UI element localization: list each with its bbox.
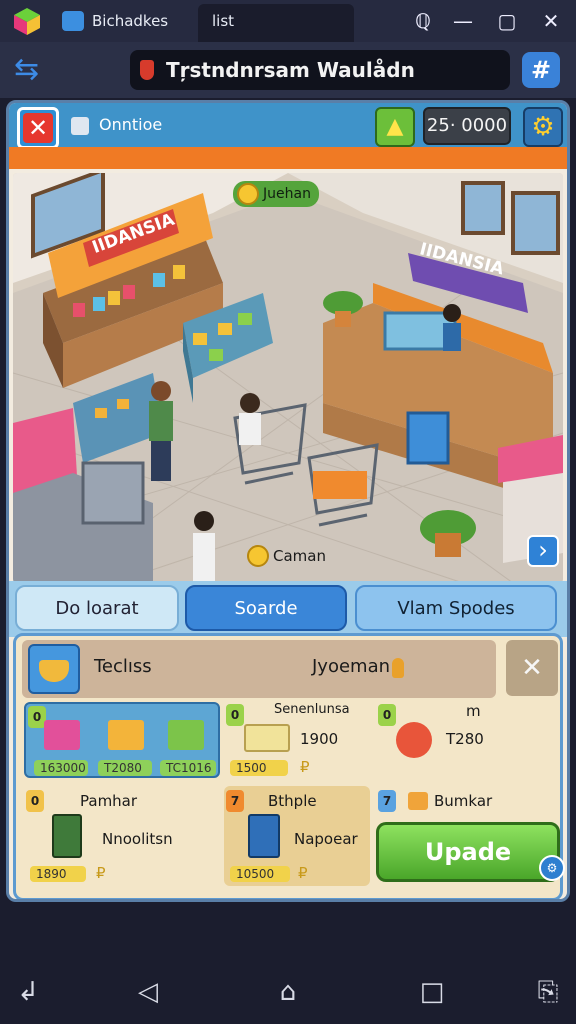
coin-icon xyxy=(247,545,269,567)
tab-2-title: list xyxy=(212,12,235,30)
product-card-1[interactable]: 0 163000 T2080 TC1016 xyxy=(24,702,220,778)
recent-apps-icon[interactable]: □ xyxy=(412,972,452,1012)
game-title: Tŗstndnrsam Waulådn xyxy=(166,58,415,82)
game-frame: ✕ Onntioe ▲ 25· 0000 ⚙ Juehan IIDANSIA I… xyxy=(6,100,570,902)
screenshot-icon[interactable]: ⎘ xyxy=(528,972,568,1012)
shop-icon xyxy=(71,116,89,135)
panel-subtitle: Jyoeman xyxy=(312,656,391,677)
card-title: Senenlunsa xyxy=(274,702,350,717)
store-scene[interactable]: Juehan IIDANSIA IIDANSIA Caman › xyxy=(13,173,563,583)
coin-icon xyxy=(237,183,259,205)
tab-deliveries[interactable]: Do loarat xyxy=(15,585,179,631)
tablet-icon xyxy=(248,814,280,858)
top-hud: ✕ Onntioe ▲ 25· 0000 ⚙ xyxy=(9,103,567,149)
panel-title: Teclıss xyxy=(94,656,152,677)
window-tab-2[interactable]: list xyxy=(198,4,354,42)
price-bar: 1890 xyxy=(30,866,86,882)
tab-app-icon xyxy=(62,11,84,31)
product-icon-orange xyxy=(108,720,144,750)
card-name: Nnoolitsn xyxy=(102,830,173,848)
app-logo-icon xyxy=(12,6,42,36)
tab-1-title: Bichadkes xyxy=(92,12,169,30)
window-tab-1[interactable]: Bichadkes xyxy=(62,4,192,38)
pin-icon xyxy=(140,60,154,80)
tab-specials[interactable]: Vlam Spodes xyxy=(355,585,557,631)
title-bar: Bichadkes list ℚ — ▢ ✕ xyxy=(0,0,576,42)
currency-icon: ₽ xyxy=(300,758,310,776)
card-title: Pamhar xyxy=(80,792,138,810)
upgrade-arrow-button[interactable]: ▲ xyxy=(375,107,415,147)
card-title: m xyxy=(466,702,481,720)
switch-arrows-icon[interactable]: ⇆ xyxy=(14,52,58,88)
card-title: Bumkar xyxy=(434,792,493,810)
nav-bar: ⇆ Tŗstndnrsam Waulådn # xyxy=(0,42,576,98)
minimize-button[interactable]: — xyxy=(448,6,478,36)
back-arrow-icon[interactable]: ↲ xyxy=(8,972,48,1012)
customer-label: Caman xyxy=(243,543,334,569)
shop-label: Onntioe xyxy=(99,115,163,134)
price-bar: 1500 xyxy=(230,760,288,776)
product-icon-green xyxy=(168,720,204,750)
price-bar: 10500 xyxy=(230,866,290,882)
flower-icon xyxy=(396,722,432,758)
currency-icon: ₽ xyxy=(298,864,308,882)
level-badge: 0 xyxy=(26,790,44,812)
update-button-label: Upade xyxy=(424,838,512,866)
update-badge-icon: ⚙ xyxy=(539,855,565,881)
panel-header: Teclıss Jyoeman xyxy=(22,640,496,698)
back-triangle-icon[interactable]: ◁ xyxy=(128,972,168,1012)
level-badge: 7 xyxy=(226,790,244,812)
close-window-button[interactable]: ✕ xyxy=(536,6,566,36)
product-icon-pink xyxy=(44,720,80,750)
scroll-right-button[interactable]: › xyxy=(527,535,559,567)
product-card-6[interactable]: 7 Bumkar xyxy=(376,786,558,820)
product-card-5[interactable]: 7 Bthple Napoear 10500 ₽ xyxy=(224,786,370,886)
card-value: T280 xyxy=(446,730,484,748)
basket-icon xyxy=(28,644,80,694)
panel-close-button[interactable]: ✕ xyxy=(506,640,558,696)
coin-label: Juehan xyxy=(233,181,319,207)
settings-gear-button[interactable]: ⚙ xyxy=(523,107,563,147)
product-card-2[interactable]: 0 Senenlunsa 1900 1500 ₽ xyxy=(224,702,370,778)
store-illustration xyxy=(13,173,563,583)
butter-icon xyxy=(244,724,290,752)
customer-label-text: Caman xyxy=(273,547,326,565)
hud-stripe xyxy=(9,147,567,169)
card-value: 1900 xyxy=(300,730,339,748)
update-button[interactable]: Upade ⚙ xyxy=(376,822,565,882)
card-title: Bthple xyxy=(268,792,317,810)
tab-search[interactable]: Soarde xyxy=(185,585,347,631)
price-label: T2080 xyxy=(98,760,152,776)
book-icon xyxy=(52,814,82,858)
extension-icon[interactable]: ℚ xyxy=(408,6,438,36)
money-counter: 25· 0000 xyxy=(423,107,511,145)
flame-icon xyxy=(392,658,404,678)
level-badge: 0 xyxy=(226,704,244,726)
system-nav-bar: ↲ ◁ ⌂ □ ⎘ xyxy=(0,956,576,1024)
price-label: TC1016 xyxy=(160,760,216,776)
product-card-4[interactable]: 0 Pamhar Nnoolitsn 1890 ₽ xyxy=(24,786,220,886)
game-title-bar: Tŗstndnrsam Waulådn xyxy=(130,50,510,90)
card-name: Napoear xyxy=(294,830,358,848)
category-tabs: Do loarat Soarde Vlam Spodes xyxy=(9,581,567,637)
price-label: 163000 xyxy=(34,760,88,776)
level-badge: 0 xyxy=(378,704,396,726)
home-icon[interactable]: ⌂ xyxy=(268,972,308,1012)
currency-icon: ₽ xyxy=(96,864,106,882)
upgrade-panel: Teclıss Jyoeman ✕ 0 163000 T2080 TC1016 … xyxy=(13,633,565,899)
level-badge: 7 xyxy=(378,790,396,812)
product-card-3[interactable]: 0 m T280 xyxy=(376,702,558,778)
close-icon: ✕ xyxy=(23,113,53,143)
coin-label-text: Juehan xyxy=(263,186,311,202)
box-icon xyxy=(408,792,428,810)
grid-menu-button[interactable]: # xyxy=(522,52,560,88)
shop-option[interactable]: Onntioe xyxy=(71,113,191,137)
maximize-button[interactable]: ▢ xyxy=(492,6,522,36)
close-game-button[interactable]: ✕ xyxy=(17,107,59,149)
